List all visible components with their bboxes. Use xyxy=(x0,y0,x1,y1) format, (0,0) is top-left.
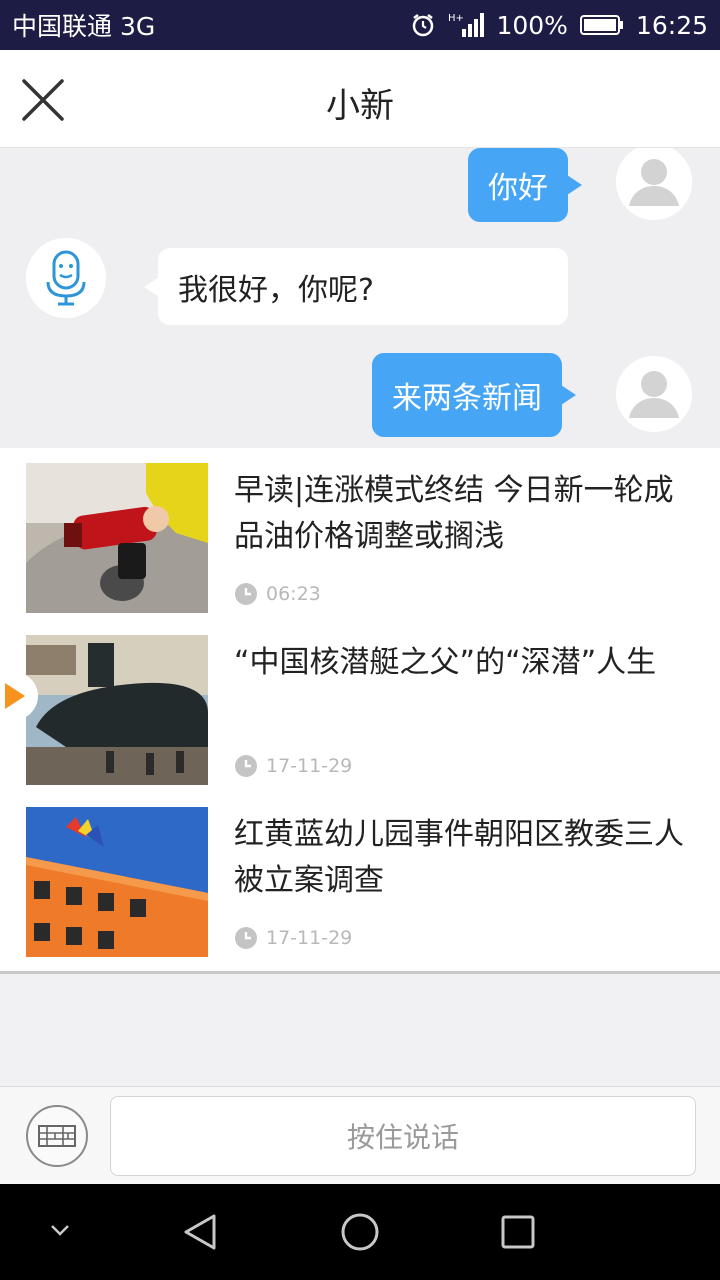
message-text: 来两条新闻 xyxy=(392,381,542,416)
system-navigation-bar xyxy=(0,1184,720,1280)
clock-icon xyxy=(235,927,257,949)
close-icon xyxy=(22,79,64,121)
clock-icon xyxy=(235,583,257,605)
news-timestamp: 17-11-29 xyxy=(234,754,352,778)
user-message-bubble[interactable]: 你好 xyxy=(468,148,582,222)
user-avatar[interactable] xyxy=(616,356,692,432)
bot-message-bubble[interactable]: 我很好，你呢? xyxy=(144,248,568,325)
news-thumbnail xyxy=(26,463,208,613)
kindergarten-building-image xyxy=(26,807,208,957)
home-icon[interactable] xyxy=(340,1212,380,1252)
page-title: 小新 xyxy=(326,86,394,126)
news-timestamp: 17-11-29 xyxy=(234,926,352,950)
close-button[interactable] xyxy=(20,77,66,123)
bot-avatar[interactable] xyxy=(26,238,106,318)
user-message-bubble[interactable]: 来两条新闻 xyxy=(372,353,576,437)
user-avatar[interactable] xyxy=(616,148,692,220)
recent-apps-icon[interactable] xyxy=(500,1214,536,1250)
news-item[interactable]: “中国核潜艇之父”的“深潜”人生 17-11-29 xyxy=(0,620,720,792)
clock-icon xyxy=(235,755,257,777)
svg-text:H+: H+ xyxy=(448,13,464,24)
back-icon[interactable] xyxy=(180,1212,220,1252)
submarine-video-image xyxy=(26,635,208,785)
news-thumbnail xyxy=(26,807,208,957)
microphone-icon xyxy=(26,238,106,318)
keyboard-icon xyxy=(38,1125,76,1147)
battery-percent: 100% xyxy=(496,10,568,40)
status-bar: 中国联通 3G H+ 100% 16:25 xyxy=(0,0,720,50)
news-time-text: 17-11-29 xyxy=(266,927,353,949)
input-bar: 按住说话 xyxy=(0,1086,720,1184)
fuel-pump-image xyxy=(26,463,208,613)
hold-to-talk-button[interactable]: 按住说话 xyxy=(110,1096,696,1176)
alarm-icon xyxy=(410,12,436,38)
battery-icon xyxy=(579,14,624,36)
chat-area[interactable]: 你好 我很好，你呢? 来两条新闻 xyxy=(0,148,720,448)
news-title: “中国核潜艇之父”的“深潜”人生 xyxy=(234,645,657,680)
news-item[interactable]: 早读|连涨模式终结 今日新一轮成品油价格调整或搁浅 06:23 xyxy=(0,448,720,620)
carrier-label: 中国联通 3G xyxy=(12,12,156,41)
message-text: 你好 xyxy=(488,171,548,206)
chevron-down-icon[interactable] xyxy=(48,1222,72,1238)
app-header: 小新 xyxy=(0,50,720,148)
news-item[interactable]: 红黄蓝幼儿园事件朝阳区教委三人被立案调查 17-11-29 xyxy=(0,792,720,964)
news-timestamp: 06:23 xyxy=(234,582,321,606)
news-time-text: 17-11-29 xyxy=(266,755,353,777)
message-text: 我很好，你呢? xyxy=(178,272,374,308)
news-thumbnail xyxy=(26,635,208,785)
keyboard-toggle-button[interactable] xyxy=(26,1105,88,1167)
news-card: 早读|连涨模式终结 今日新一轮成品油价格调整或搁浅 06:23 “中国核潜艇之父… xyxy=(0,448,720,974)
news-title: 红黄蓝幼儿园事件朝阳区教委三人被立案调查 xyxy=(234,817,684,898)
news-title: 早读|连涨模式终结 今日新一轮成品油价格调整或搁浅 xyxy=(234,473,674,554)
clock-time: 16:25 xyxy=(635,10,708,40)
news-time-text: 06:23 xyxy=(266,583,321,605)
signal-icon: H+ xyxy=(448,11,485,39)
